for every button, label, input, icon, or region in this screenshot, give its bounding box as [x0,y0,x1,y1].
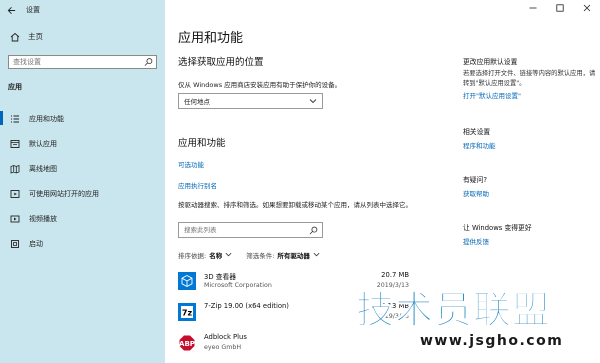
sidebar-item-label: 离线地图 [29,164,57,173]
question-title: 有疑问? [463,176,487,184]
minimize-icon[interactable] [519,0,546,16]
settings-search-box[interactable] [8,55,157,69]
apps-search-input[interactable] [184,226,304,234]
chevron-down-icon [313,251,320,260]
sidebar: 设置 主页 应用 应用和功能 默认应用 离 [0,0,165,363]
website-app-icon [10,189,20,199]
watermark-url: www.jsgho.com [420,333,564,349]
sidebar-section-apps: 应用 [8,83,22,91]
default-settings-title: 更改应用默认设置 [463,58,518,66]
sidebar-item-default-apps[interactable]: 默认应用 [0,131,165,156]
settings-search-input[interactable] [13,58,138,66]
close-icon[interactable] [573,0,600,16]
adblock-plus-icon: ABP [178,334,196,352]
sort-value: 名称 [209,252,223,260]
sidebar-item-label: 默认应用 [29,139,57,148]
default-apps-icon [10,139,20,149]
map-icon [10,164,20,174]
3d-viewer-icon [178,272,196,290]
app-name: 3D 查看器 [204,273,237,281]
sidebar-item-label: 可使用网站打开的应用 [29,189,99,198]
app-publisher: Microsoft Corporation [204,282,272,289]
default-settings-text: 若要选择打开文件、链接等内容的默认应用，请转到"默认应用设置"。 [463,70,596,87]
feedback-link[interactable]: 提供反馈 [463,236,489,246]
sidebar-item-video-playback[interactable]: 视频播放 [0,206,165,231]
title-bar: 设置 [6,4,40,16]
app-name: 7-Zip 19.00 (x64 edition) [204,302,289,310]
sidebar-item-label: 应用和功能 [29,114,64,123]
sort-filter-bar: 排序依据: 名称 筛选条件: 所有驱动器 [178,250,320,260]
search-icon[interactable] [309,226,318,237]
home-icon [10,32,20,42]
sort-dropdown[interactable]: 排序依据: 名称 [178,250,232,260]
app-name: Adblock Plus [204,333,247,341]
get-help-link[interactable]: 获取帮助 [463,188,489,198]
sidebar-item-apps-for-websites[interactable]: 可使用网站打开的应用 [0,181,165,206]
filter-value: 所有驱动器 [277,252,310,260]
watermark-logo-text: 技术员联盟 [355,288,552,333]
chevron-down-icon [225,251,232,260]
window-title: 设置 [26,6,40,14]
apps-list-description: 按驱动器搜索、排序和筛选。如果想要卸载或移动某个应用，请从列表中选择它。 [178,201,412,209]
sidebar-home[interactable]: 主页 [10,31,43,42]
optional-features-link[interactable]: 可选功能 [178,159,204,169]
sidebar-nav: 应用和功能 默认应用 离线地图 可使用网站打开的应用 视频播放 启动 [0,106,165,256]
apps-features-heading: 应用和功能 [178,138,226,149]
window-controls [519,0,600,16]
sidebar-item-label: 视频播放 [29,214,57,223]
sidebar-item-apps-features[interactable]: 应用和功能 [0,106,165,131]
sidebar-item-startup[interactable]: 启动 [0,231,165,256]
install-source-value: 任何地点 [184,98,210,106]
sidebar-item-offline-maps[interactable]: 离线地图 [0,156,165,181]
watermark: 技术员联盟 www.jsgho.com [355,279,596,357]
programs-features-link[interactable]: 程序和功能 [463,140,496,150]
apps-list-icon [10,114,20,124]
7zip-icon: 7z [178,303,196,321]
chevron-down-icon [309,97,317,107]
app-execution-alias-link[interactable]: 应用执行别名 [178,180,217,190]
svg-text:7z: 7z [182,309,193,318]
app-size: 20.7 MB [381,271,409,279]
filter-dropdown[interactable]: 筛选条件: 所有驱动器 [246,250,320,260]
home-label: 主页 [28,32,43,41]
apps-search-box[interactable] [178,222,323,238]
improve-windows-title: 让 Windows 变得更好 [463,224,532,232]
startup-icon [10,239,20,249]
svg-text:ABP: ABP [179,340,195,348]
search-icon[interactable] [144,57,153,69]
install-source-select[interactable]: 任何地点 [178,93,323,109]
install-source-heading: 选择获取应用的位置 [178,57,264,68]
maximize-icon[interactable] [546,0,573,16]
filter-label: 筛选条件: [246,252,275,260]
related-settings-title: 相关设置 [463,128,491,136]
back-arrow-icon[interactable] [6,5,16,15]
default-settings-link[interactable]: 打开"默认应用设置" [463,90,521,100]
install-source-description: 仅从 Windows 应用商店安装应用有助于保护你的设备。 [178,81,342,89]
app-publisher: eyeo GmbH [204,344,242,351]
sort-label: 排序依据: [178,252,207,260]
page-title: 应用和功能 [178,31,244,46]
sidebar-item-label: 启动 [29,239,43,248]
video-icon [10,214,20,224]
